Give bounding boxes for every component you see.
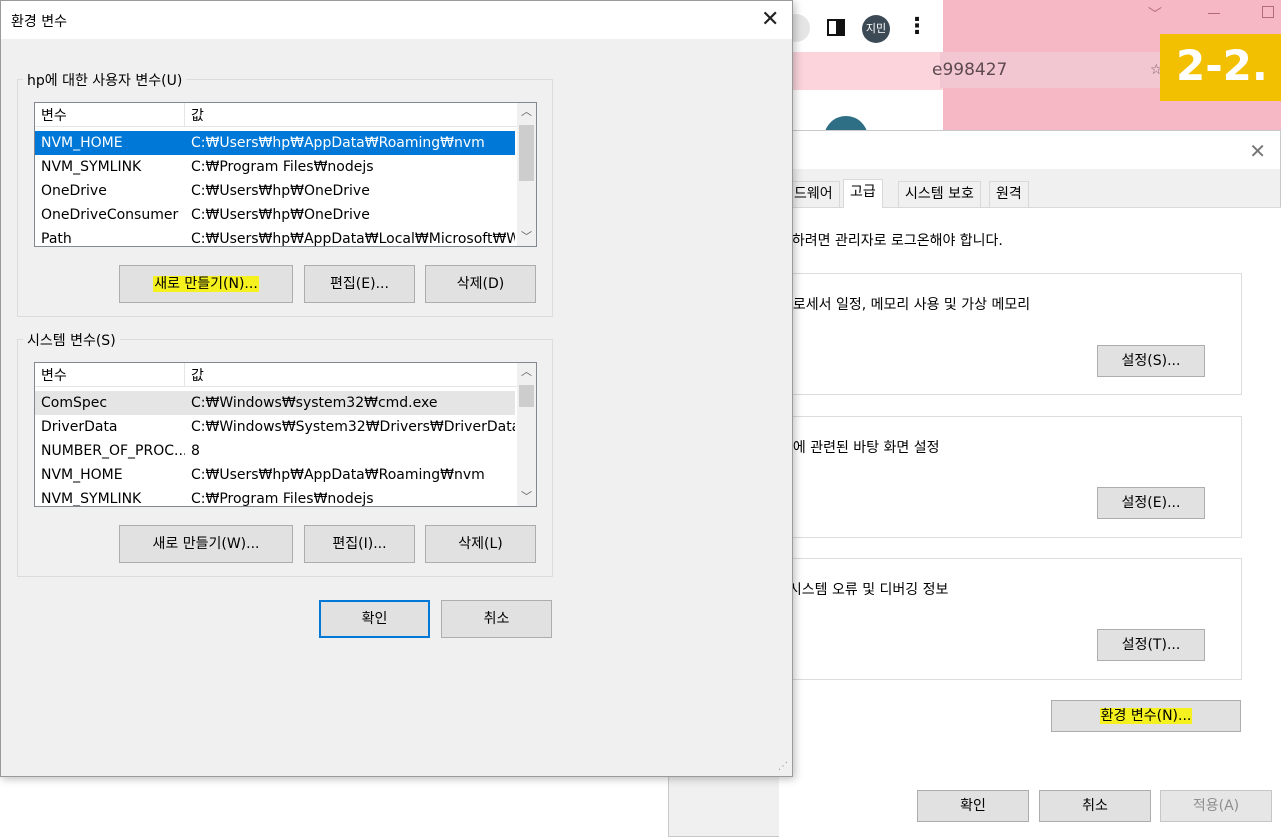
system-new-button[interactable]: 새로 만들기(W)...: [119, 525, 293, 563]
table-row[interactable]: NVM_SYMLINK C:₩Program Files₩nodejs: [35, 487, 515, 507]
table-row[interactable]: NUMBER_OF_PROC... 8: [35, 439, 515, 463]
side-panel-icon[interactable]: [827, 19, 845, 36]
startup-recovery-settings-button[interactable]: 설정(T)...: [1097, 629, 1205, 661]
scroll-down-icon[interactable]: ﹀: [517, 488, 536, 506]
user-variables-list[interactable]: 변수 값 NVM_HOME C:₩Users₩hp₩AppData₩Roamin…: [34, 102, 537, 247]
column-header-value[interactable]: 값: [185, 103, 518, 127]
scrollbar-thumb[interactable]: [519, 385, 534, 407]
tab-hardware[interactable]: 드웨어: [787, 181, 840, 207]
browser-menu-icon[interactable]: ⋮: [906, 12, 928, 42]
dialog-title: 환경 변수: [11, 14, 67, 30]
vertical-scrollbar[interactable]: ︿ ﹀: [517, 103, 536, 246]
variable-value: C:₩Users₩hp₩AppData₩Local₩Microsoft₩W...: [191, 231, 515, 247]
performance-group: 프로세서 일정, 메모리 사용 및 가상 메모리 설정(S)...: [759, 273, 1242, 395]
scroll-down-icon[interactable]: ﹀: [517, 228, 536, 246]
user-profiles-settings-button[interactable]: 설정(E)...: [1097, 487, 1205, 519]
variable-name: NVM_HOME: [41, 135, 123, 151]
variable-name: OneDriveConsumer: [41, 207, 179, 223]
environment-variables-label: 환경 변수(N)...: [1099, 708, 1193, 724]
environment-variables-button[interactable]: 환경 변수(N)...: [1051, 700, 1241, 732]
table-row[interactable]: NVM_SYMLINK C:₩Program Files₩nodejs: [35, 155, 515, 179]
variable-name: NVM_SYMLINK: [41, 159, 142, 175]
variable-value: C:₩Windows₩system32₩cmd.exe: [191, 395, 438, 411]
vertical-scrollbar[interactable]: ︿ ﹀: [517, 363, 536, 506]
variable-name: ComSpec: [41, 395, 108, 411]
table-row[interactable]: OneDriveConsumer C:₩Users₩hp₩OneDrive: [35, 203, 515, 227]
admin-notice: 경하려면 관리자로 로그온해야 합니다.: [779, 233, 1003, 249]
user-profiles-description: 인에 관련된 바탕 화면 설정: [780, 440, 940, 456]
performance-settings-button[interactable]: 설정(S)...: [1097, 345, 1205, 377]
variable-name: OneDrive: [41, 183, 107, 199]
profile-avatar[interactable]: 지민: [862, 15, 890, 43]
variable-name: NVM_SYMLINK: [41, 491, 142, 507]
system-variables-legend: 시스템 변수(S): [23, 330, 120, 350]
close-icon[interactable]: ✕: [761, 7, 779, 32]
apply-button[interactable]: 적용(A): [1160, 790, 1272, 822]
chevron-down-icon[interactable]: ﹀: [1148, 4, 1162, 24]
scrollbar-thumb[interactable]: [519, 125, 534, 181]
column-header-name[interactable]: 변수: [35, 103, 185, 127]
variable-value: C:₩Windows₩System32₩Drivers₩DriverData: [191, 419, 515, 435]
tab-panel-advanced: 경하려면 관리자로 로그온해야 합니다. 프로세서 일정, 메모리 사용 및 가…: [759, 207, 1281, 837]
cancel-button[interactable]: 취소: [441, 600, 552, 638]
list-header: 변수 값: [35, 103, 536, 127]
environment-variables-dialog: 환경 변수 ✕ hp에 대한 사용자 변수(U) 변수 값 NVM_HOME C…: [0, 0, 793, 777]
list-header: 변수 값: [35, 363, 536, 387]
startup-recovery-group: , 시스템 오류 및 디버깅 정보 설정(T)...: [759, 558, 1242, 680]
variable-value: C:₩Program Files₩nodejs: [191, 491, 374, 507]
variable-name: NUMBER_OF_PROC...: [41, 443, 185, 459]
table-row[interactable]: NVM_HOME C:₩Users₩hp₩AppData₩Roaming₩nvm: [35, 131, 515, 155]
user-delete-button[interactable]: 삭제(D): [425, 265, 536, 303]
user-profiles-group: 인에 관련된 바탕 화면 설정 설정(E)...: [759, 416, 1242, 538]
user-edit-button[interactable]: 편집(E)...: [304, 265, 415, 303]
dialog-titlebar: 환경 변수 ✕: [1, 1, 792, 39]
variable-value: 8: [191, 443, 200, 459]
table-row[interactable]: Path C:₩Users₩hp₩AppData₩Local₩Microsoft…: [35, 227, 515, 247]
tab-system-protection[interactable]: 시스템 보호: [898, 181, 981, 207]
user-variables-legend: hp에 대한 사용자 변수(U): [23, 70, 187, 90]
user-new-label: 새로 만들기(N)...: [153, 276, 259, 292]
scroll-up-icon[interactable]: ︿: [517, 103, 536, 121]
tab-advanced[interactable]: 고급: [843, 179, 883, 208]
table-row[interactable]: OneDrive C:₩Users₩hp₩OneDrive: [35, 179, 515, 203]
variable-value: C:₩Program Files₩nodejs: [191, 159, 374, 175]
maximize-icon[interactable]: [1262, 6, 1274, 18]
resize-grip-icon[interactable]: ⋰: [778, 762, 788, 772]
variable-name: NVM_HOME: [41, 467, 123, 483]
system-delete-button[interactable]: 삭제(L): [425, 525, 536, 563]
column-header-name[interactable]: 변수: [35, 363, 185, 387]
variable-value: C:₩Users₩hp₩AppData₩Roaming₩nvm: [191, 467, 485, 483]
ok-button[interactable]: 확인: [319, 600, 430, 638]
variable-name: DriverData: [41, 419, 118, 435]
startup-recovery-description: , 시스템 오류 및 디버깅 정보: [780, 582, 949, 598]
table-row[interactable]: NVM_HOME C:₩Users₩hp₩AppData₩Roaming₩nvm: [35, 463, 515, 487]
system-edit-button[interactable]: 편집(I)...: [304, 525, 415, 563]
minimize-icon[interactable]: [1208, 13, 1220, 14]
variable-value: C:₩Users₩hp₩OneDrive: [191, 207, 370, 223]
close-icon[interactable]: ✕: [1249, 139, 1266, 163]
user-new-button[interactable]: 새로 만들기(N)...: [119, 265, 293, 303]
column-header-value[interactable]: 값: [185, 363, 518, 387]
scroll-up-icon[interactable]: ︿: [517, 363, 536, 381]
ok-button[interactable]: 확인: [917, 790, 1029, 822]
step-badge: 2-2.: [1160, 34, 1281, 101]
variable-value: C:₩Users₩hp₩AppData₩Roaming₩nvm: [191, 135, 485, 151]
system-variables-list[interactable]: 변수 값 ComSpec C:₩Windows₩system32₩cmd.exe…: [34, 362, 537, 507]
performance-description: 프로세서 일정, 메모리 사용 및 가상 메모리: [780, 297, 1031, 313]
table-row[interactable]: DriverData C:₩Windows₩System32₩Drivers₩D…: [35, 415, 515, 439]
table-row[interactable]: ComSpec C:₩Windows₩system32₩cmd.exe: [35, 391, 515, 415]
variable-value: C:₩Users₩hp₩OneDrive: [191, 183, 370, 199]
tab-remote[interactable]: 원격: [989, 181, 1029, 207]
cancel-button[interactable]: 취소: [1039, 790, 1151, 822]
variable-name: Path: [41, 231, 72, 247]
address-bar-text: e998427: [932, 60, 1008, 80]
